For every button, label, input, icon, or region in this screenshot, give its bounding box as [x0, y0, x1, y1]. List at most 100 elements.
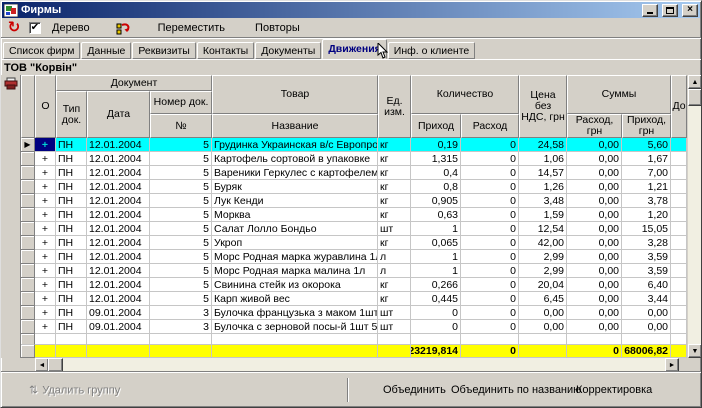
cell-price: 0,00	[519, 320, 567, 334]
repeats-button[interactable]: Повторы	[251, 20, 304, 36]
vertical-scrollbar[interactable]: ▲ ▼	[687, 75, 701, 358]
cell-extra	[671, 264, 687, 278]
header-date[interactable]: Дата	[87, 91, 150, 138]
maximize-button[interactable]	[662, 4, 678, 17]
table-row[interactable]: + ПН 12.01.2004 5 Морс Родная марка мали…	[21, 264, 687, 278]
header-quantity-group[interactable]: Количество	[411, 75, 519, 114]
cell-sum-in: 5,60	[622, 138, 671, 152]
cell-qty-out: 0	[461, 320, 519, 334]
table-row[interactable]: + ПН 12.01.2004 5 Свинина стейк из окоро…	[21, 278, 687, 292]
header-doc-type[interactable]: Тип док.	[56, 91, 87, 138]
header-sums-group[interactable]: Суммы	[567, 75, 671, 114]
cell-qty-in: 0,19	[411, 138, 461, 152]
tab-movements[interactable]: Движения	[322, 39, 386, 59]
header-o[interactable]: О	[35, 75, 56, 138]
cell-qty-in: 1	[411, 250, 461, 264]
scroll-down-button[interactable]: ▼	[688, 344, 702, 358]
cell-sum-in: 7,00	[622, 166, 671, 180]
transfer-icon	[116, 21, 131, 35]
cell-sum-out: 0,00	[567, 194, 622, 208]
cell-o: +	[35, 166, 56, 180]
cell-qty-in: 0,4	[411, 166, 461, 180]
cell-sum-out: 0,00	[567, 180, 622, 194]
merge-by-name-button[interactable]: Объединить по названию	[447, 382, 585, 398]
cell-extra	[671, 152, 687, 166]
tab-contacts[interactable]: Контакты	[197, 42, 254, 59]
cell-qty-out: 0	[461, 250, 519, 264]
cell-price: 1,26	[519, 180, 567, 194]
header-qty-out[interactable]: Расход	[461, 114, 519, 138]
tree-checkbox[interactable]: ✔	[29, 22, 41, 34]
table-row[interactable]: ▶ + ПН 12.01.2004 5 Грудинка Украинская …	[21, 138, 687, 152]
header-name[interactable]: Название	[212, 114, 378, 138]
tab-data[interactable]: Данные	[81, 42, 131, 59]
cell-unit: шт	[378, 306, 411, 320]
cell-qty-in: 0,065	[411, 236, 461, 250]
scroll-right-button[interactable]: ►	[665, 358, 679, 372]
cell-date: 12.01.2004	[87, 250, 150, 264]
cell-qty-in: 0,8	[411, 180, 461, 194]
print-icon[interactable]	[4, 77, 18, 90]
cell-sum-in: 1,20	[622, 208, 671, 222]
table-row[interactable]: + ПН 12.01.2004 5 Вареники Геркулес с ка…	[21, 166, 687, 180]
table-row[interactable]: + ПН 09.01.2004 3 Булочка с зерновой пос…	[21, 320, 687, 334]
table-row[interactable]: + ПН 09.01.2004 3 Булочка французька з м…	[21, 306, 687, 320]
header-extra[interactable]: До	[671, 75, 687, 138]
tab-documents[interactable]: Документы	[255, 42, 321, 59]
tab-requisites[interactable]: Реквизиты	[132, 42, 195, 59]
tab-client-info[interactable]: Инф. о клиенте	[388, 42, 475, 59]
tab-firm-list[interactable]: Список фирм	[3, 42, 80, 59]
header-sum-in[interactable]: Приход, грн	[622, 114, 671, 138]
cell-sum-out: 0,00	[567, 236, 622, 250]
header-unit[interactable]: Ед. изм.	[378, 75, 411, 138]
vertical-scroll-thumb[interactable]	[688, 89, 702, 106]
table-row[interactable]: + ПН 12.01.2004 5 Салат Лолло Бондьо шт …	[21, 222, 687, 236]
cell-o: +	[35, 320, 56, 334]
header-number[interactable]: №	[150, 114, 212, 138]
app-window: Фирмы × ↻ ✔ Дерево Переместить Повторы С…	[0, 0, 702, 408]
transfer-button[interactable]	[116, 20, 132, 36]
cell-unit: кг	[378, 292, 411, 306]
table-row[interactable]: + ПН 12.01.2004 5 Морс Родная марка жура…	[21, 250, 687, 264]
minimize-button[interactable]	[642, 4, 658, 17]
cell-extra	[671, 166, 687, 180]
horizontal-scrollbar[interactable]: ◄ ►	[35, 358, 679, 372]
delete-group-button[interactable]: ⇅ Удалить группу	[29, 384, 120, 397]
header-price[interactable]: Цена без НДС, грн	[519, 75, 567, 138]
row-marker: ▶	[21, 138, 35, 152]
cell-price: 24,58	[519, 138, 567, 152]
table-row[interactable]: + ПН 12.01.2004 5 Буряк кг 0,8 0 1,26 0,…	[21, 180, 687, 194]
horizontal-scroll-thumb[interactable]	[48, 358, 63, 372]
cell-qty-out: 0	[461, 180, 519, 194]
table-row[interactable]: + ПН 12.01.2004 5 Карп живой вес кг 0,44…	[21, 292, 687, 306]
header-goods-group[interactable]: Товар	[212, 75, 378, 114]
total-qty-in: 23219,814	[411, 345, 461, 358]
cell-price: 1,59	[519, 208, 567, 222]
table-row[interactable]: + ПН 12.01.2004 5 Картофель сортовой в у…	[21, 152, 687, 166]
scroll-left-button[interactable]: ◄	[35, 358, 49, 372]
cell-doc-type: ПН	[56, 166, 87, 180]
cell-number: 5	[150, 138, 212, 152]
header-qty-in[interactable]: Приход	[411, 114, 461, 138]
cell-unit: л	[378, 250, 411, 264]
cell-unit: кг	[378, 138, 411, 152]
header-doc-number[interactable]: Номер док.	[150, 91, 212, 114]
close-button[interactable]: ×	[682, 4, 698, 17]
header-sum-out[interactable]: Расход, грн	[567, 114, 622, 138]
table-row[interactable]: + ПН 12.01.2004 5 Морква кг 0,63 0 1,59 …	[21, 208, 687, 222]
merge-button[interactable]: Объединить	[379, 382, 450, 398]
row-marker	[21, 152, 35, 166]
header-document-group[interactable]: Документ	[56, 75, 212, 91]
row-marker	[21, 278, 35, 292]
refresh-button[interactable]: ↻	[6, 20, 22, 36]
table-row[interactable]: + ПН 12.01.2004 5 Лук Кенди кг 0,905 0 3…	[21, 194, 687, 208]
scroll-up-button[interactable]: ▲	[688, 75, 702, 89]
cell-price: 20,04	[519, 278, 567, 292]
correction-button[interactable]: Корректировка	[572, 382, 656, 398]
cell-sum-out: 0,00	[567, 264, 622, 278]
move-button[interactable]: Переместить	[154, 20, 229, 36]
table-row[interactable]: + ПН 12.01.2004 5 Укроп кг 0,065 0 42,00…	[21, 236, 687, 250]
cell-sum-out: 0,00	[567, 152, 622, 166]
cell-o: +	[35, 292, 56, 306]
cell-qty-out: 0	[461, 236, 519, 250]
